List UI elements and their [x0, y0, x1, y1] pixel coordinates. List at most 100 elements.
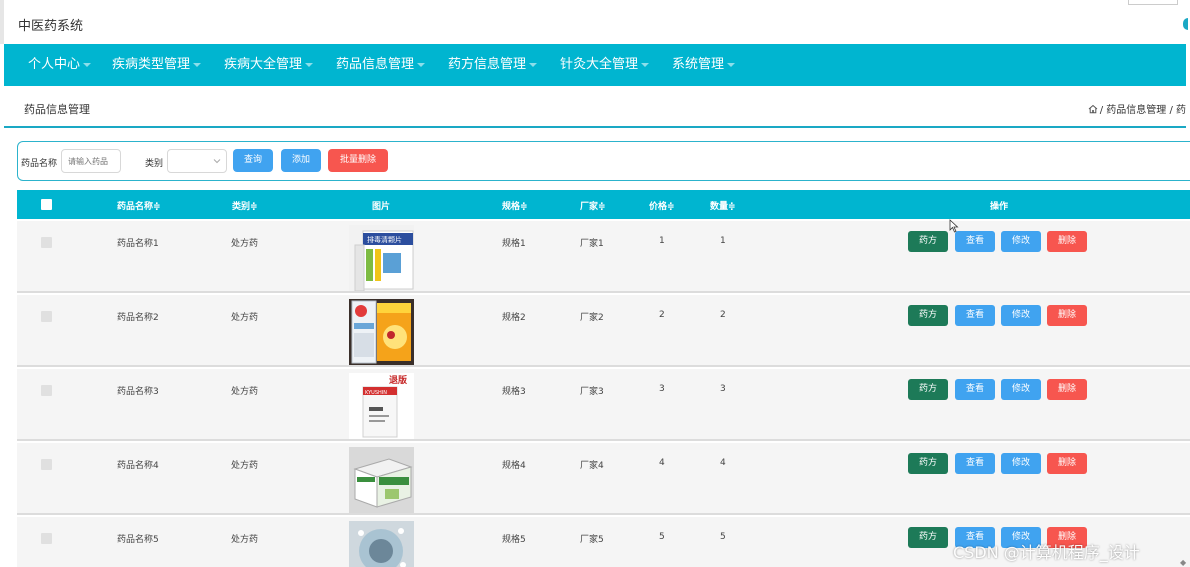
nav-label: 药品信息管理	[336, 57, 415, 72]
column-header-image: 图片	[372, 202, 391, 212]
medicine-name-search-input[interactable]	[61, 149, 121, 173]
query-button[interactable]: 查询	[233, 149, 273, 172]
table-row: 药品名称2 处方药 规格2 厂家2 2 2 药方 查看 修改 删除	[17, 295, 1190, 367]
quantity-cell: 3	[720, 384, 726, 394]
prescription-button[interactable]: 药方	[908, 453, 948, 474]
nav-label: 疾病大全管理	[224, 57, 303, 72]
window-corner-frame	[1128, 0, 1178, 5]
view-button[interactable]: 查看	[955, 379, 995, 400]
table-row: 药品名称1 处方药 排毒清颗片 规格1 厂家1 1 1 药方 查看 修改 删除	[17, 221, 1190, 293]
prescription-button[interactable]: 药方	[908, 379, 948, 400]
quantity-cell: 2	[720, 310, 726, 320]
chevron-down-icon	[193, 62, 202, 67]
nav-item-disease-types[interactable]: 疾病类型管理	[112, 44, 202, 86]
category-cell: 处方药	[231, 239, 259, 249]
product-tag: 退版	[389, 374, 407, 386]
category-select[interactable]	[167, 149, 227, 173]
product-label: 排毒清颗片	[367, 235, 402, 244]
nav-item-prescription-info[interactable]: 药方信息管理	[448, 44, 538, 86]
home-icon[interactable]	[1088, 104, 1098, 114]
maker-cell: 厂家4	[580, 461, 604, 471]
breadcrumb-bar: 药品信息管理 / 药品信息管理 / 药	[4, 86, 1186, 128]
medicine-name-cell: 药品名称4	[117, 461, 159, 471]
product-brand: KYUSHIN	[365, 390, 387, 396]
edit-button[interactable]: 修改	[1001, 305, 1041, 326]
nav-item-system[interactable]: 系统管理	[672, 44, 736, 86]
view-button[interactable]: 查看	[955, 453, 995, 474]
nav-label: 针灸大全管理	[560, 57, 639, 72]
spec-cell: 规格1	[502, 239, 526, 249]
spec-cell: 规格2	[502, 313, 526, 323]
view-button[interactable]: 查看	[955, 305, 995, 326]
delete-button[interactable]: 删除	[1047, 379, 1087, 400]
nav-label: 个人中心	[28, 57, 81, 72]
category-cell: 处方药	[231, 535, 259, 545]
view-button[interactable]: 查看	[955, 231, 995, 252]
chevron-down-icon	[727, 62, 736, 67]
medicine-box-image-1: 排毒清颗片	[349, 225, 414, 291]
chevron-down-icon	[213, 159, 221, 164]
edit-button[interactable]: 修改	[1001, 231, 1041, 252]
edit-button[interactable]: 修改	[1001, 453, 1041, 474]
spec-cell: 规格4	[502, 461, 526, 471]
app-title: 中医药系统	[18, 19, 84, 34]
maker-cell: 厂家3	[580, 387, 604, 397]
column-header-price[interactable]: 价格≑	[649, 199, 675, 212]
medicine-name-cell: 药品名称5	[117, 535, 159, 545]
prescription-button[interactable]: 药方	[908, 527, 948, 548]
row-checkbox[interactable]	[41, 459, 52, 470]
quantity-cell: 4	[720, 458, 726, 468]
maker-cell: 厂家5	[580, 535, 604, 545]
resize-grip-icon[interactable]: ◆	[1180, 558, 1186, 567]
row-checkbox[interactable]	[41, 311, 52, 322]
breadcrumb: / 药品信息管理 / 药	[1088, 101, 1186, 116]
price-cell: 4	[659, 458, 665, 468]
spec-cell: 规格5	[502, 535, 526, 545]
category-cell: 处方药	[231, 387, 259, 397]
column-header-spec[interactable]: 规格≑	[502, 199, 528, 212]
nav-label: 疾病类型管理	[112, 57, 191, 72]
chevron-down-icon	[641, 62, 650, 67]
quantity-cell: 1	[720, 236, 726, 246]
user-avatar-edge[interactable]	[1183, 18, 1188, 30]
row-checkbox[interactable]	[41, 237, 52, 248]
breadcrumb-trail[interactable]: / 药品信息管理 / 药	[1100, 105, 1186, 116]
category-filter-label: 类别	[145, 159, 164, 169]
price-cell: 2	[659, 310, 665, 320]
nav-item-medicine-info[interactable]: 药品信息管理	[336, 44, 426, 86]
select-all-checkbox[interactable]	[41, 199, 52, 210]
row-checkbox[interactable]	[41, 533, 52, 544]
delete-button[interactable]: 删除	[1047, 231, 1087, 252]
chevron-down-icon	[305, 62, 314, 67]
prescription-button[interactable]: 药方	[908, 305, 948, 326]
delete-button[interactable]: 删除	[1047, 305, 1087, 326]
prescription-button[interactable]: 药方	[908, 231, 948, 252]
medicine-name-cell: 药品名称2	[117, 313, 159, 323]
chevron-down-icon	[529, 62, 538, 67]
page-title: 药品信息管理	[24, 103, 90, 116]
search-filter-panel: 药品名称 类别 查询 添加 批量删除	[17, 141, 1190, 181]
batch-delete-button[interactable]: 批量删除	[328, 149, 388, 172]
add-button[interactable]: 添加	[281, 149, 321, 172]
nav-item-personal-center[interactable]: 个人中心	[28, 44, 92, 86]
nav-item-disease-encyclopedia[interactable]: 疾病大全管理	[224, 44, 314, 86]
table-row: 药品名称4 处方药 规格4 厂家4 4 4 药方 查看 修改 删除	[17, 443, 1190, 515]
mouse-cursor-icon	[949, 219, 959, 233]
category-cell: 处方药	[231, 461, 259, 471]
column-header-actions: 操作	[990, 202, 1009, 212]
table-row: 药品名称3 处方药 退版 KYUSHIN 规格3 厂家3 3 3 药方 查看 修…	[17, 369, 1190, 441]
nav-item-acupuncture[interactable]: 针灸大全管理	[560, 44, 650, 86]
price-cell: 1	[659, 236, 665, 246]
chevron-down-icon	[83, 62, 92, 67]
maker-cell: 厂家2	[580, 313, 604, 323]
spec-cell: 规格3	[502, 387, 526, 397]
column-header-name[interactable]: 药品名称≑	[117, 199, 161, 212]
medicine-box-image-2	[349, 299, 414, 365]
delete-button[interactable]: 删除	[1047, 453, 1087, 474]
column-header-quantity[interactable]: 数量≑	[710, 199, 736, 212]
column-header-category[interactable]: 类别≑	[232, 199, 258, 212]
edit-button[interactable]: 修改	[1001, 379, 1041, 400]
column-header-maker[interactable]: 厂家≑	[580, 199, 606, 212]
quantity-cell: 5	[720, 532, 726, 542]
row-checkbox[interactable]	[41, 385, 52, 396]
